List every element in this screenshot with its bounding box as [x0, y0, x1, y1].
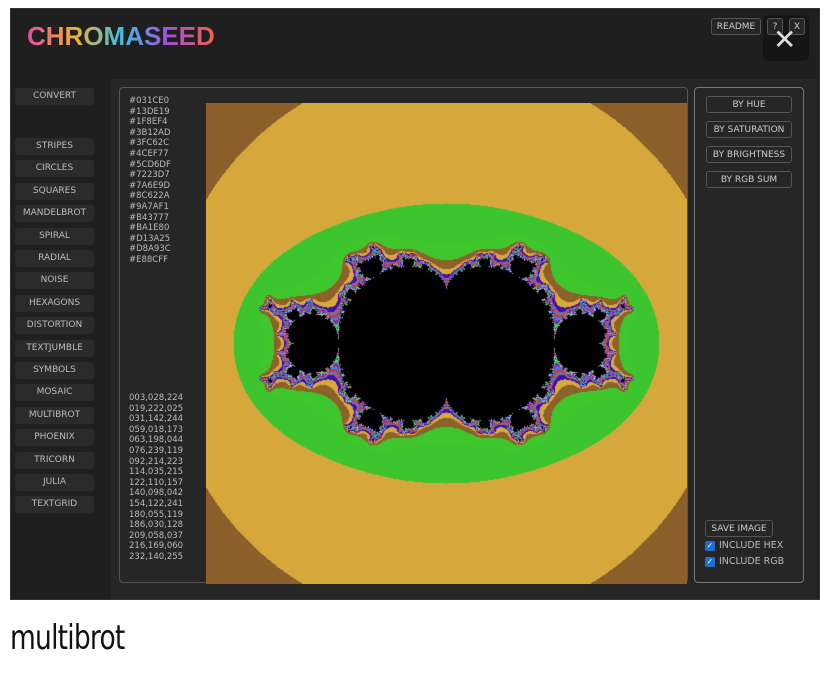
sidebar-item-textjumble[interactable]: TEXTJUMBLE: [15, 339, 94, 357]
hex-value: #E88CFF: [129, 254, 169, 265]
logo: CHROMASEED: [27, 21, 215, 51]
include-hex-label: INCLUDE HEX: [719, 540, 784, 551]
options-panel: BY HUE BY SATURATION BY BRIGHTNESS BY RG…: [694, 87, 804, 583]
app-window: CHROMASEED README ? X ✕ CONVERT STRIPES C…: [10, 8, 820, 600]
sidebar-item-spiral[interactable]: SPIRAL: [15, 227, 94, 245]
sidebar-item-distortion[interactable]: DISTORTION: [15, 317, 94, 335]
rgb-value: 140,098,042: [129, 488, 184, 499]
sidebar-item-mandelbrot[interactable]: MANDELBROT: [15, 205, 94, 223]
sidebar-item-noise[interactable]: NOISE: [15, 272, 94, 290]
sort-by-rgb-sum-button[interactable]: BY RGB SUM: [706, 171, 792, 188]
hex-value: #D8A93C: [129, 244, 171, 255]
close-icon[interactable]: ✕: [773, 23, 796, 56]
include-rgb-label: INCLUDE RGB: [719, 556, 785, 567]
hex-value: #031CE0: [129, 96, 170, 106]
rgb-value: 216,169,060: [129, 541, 184, 552]
rgb-value: 122,110,157: [129, 477, 184, 488]
preview-panel: #031CE0 #13DE19 #1F8EF4 #3B12AD #3FC62C #4CEF…: [119, 87, 688, 584]
rgb-value: 019,222,025: [129, 403, 184, 414]
sidebar-item-squares[interactable]: SQUARES: [15, 182, 94, 200]
rgb-value: 076,239,119: [129, 445, 184, 456]
sidebar-item-tricorn[interactable]: TRICORN: [15, 451, 94, 469]
rgb-value: 003,028,224: [129, 393, 184, 403]
rgb-value: 059,018,173: [129, 424, 184, 435]
rgb-value: 031,142,244: [129, 414, 184, 425]
sidebar-item-julia[interactable]: JULIA: [15, 474, 94, 491]
sidebar-item-circles[interactable]: CIRCLES: [15, 160, 94, 178]
checkbox-check-icon: ✓: [705, 540, 715, 551]
rgb-value: 114,035,215: [129, 467, 184, 478]
rgb-value: 186,030,128: [129, 520, 184, 531]
rgb-value: 154,122,241: [129, 498, 184, 509]
sidebar-item-stripes[interactable]: STRIPES: [15, 138, 94, 155]
caption: multibrot: [10, 618, 125, 658]
hex-value: #4CEF77: [129, 148, 169, 159]
convert-button[interactable]: CONVERT: [15, 88, 94, 105]
hex-value: #1F8EF4: [129, 117, 168, 128]
readme-button[interactable]: README: [711, 18, 761, 35]
sidebar-item-multibrot[interactable]: MULTIBROT: [15, 406, 94, 424]
rgb-value: 092,214,223: [129, 456, 184, 467]
rgb-value: 180,055,119: [129, 509, 184, 520]
hex-value: #B43777: [129, 212, 169, 223]
main-area: #031CE0 #13DE19 #1F8EF4 #3B12AD #3FC62C #4CEF…: [111, 79, 817, 599]
hex-value: #BA1E80: [129, 223, 170, 234]
sort-by-brightness-button[interactable]: BY BRIGHTNESS: [706, 146, 792, 163]
hex-value: #5CD6DF: [129, 159, 171, 170]
sidebar-item-hexagons[interactable]: HEXAGONS: [15, 294, 94, 312]
close-overlay: ? X ✕: [763, 15, 809, 61]
hex-value: #3B12AD: [129, 127, 171, 138]
hex-value: #7223D7: [129, 170, 170, 181]
sidebar-item-mosaic[interactable]: MOSAIC: [15, 384, 94, 402]
rgb-list: 003,028,224 019,222,025 031,142,244 059,018…: [129, 393, 183, 563]
hex-list: #031CE0 #13DE19 #1F8EF4 #3B12AD #3FC62C #4CEF…: [129, 96, 171, 266]
hex-value: #13DE19: [129, 106, 170, 117]
hex-value: #3FC62C: [129, 138, 170, 149]
sidebar-item-textgrid[interactable]: TEXTGRID: [15, 496, 94, 514]
include-rgb-checkbox[interactable]: ✓ INCLUDE RGB: [705, 556, 784, 567]
fractal-image: [206, 103, 687, 584]
sort-by-saturation-button[interactable]: BY SATURATION: [706, 121, 792, 138]
include-hex-checkbox[interactable]: ✓ INCLUDE HEX: [705, 540, 783, 551]
sidebar-item-symbols[interactable]: SYMBOLS: [15, 362, 94, 379]
save-image-button[interactable]: SAVE IMAGE: [705, 520, 773, 537]
hex-value: #7A6E9D: [129, 180, 171, 191]
rgb-value: 063,198,044: [129, 435, 184, 446]
hex-value: #9A7AF1: [129, 201, 169, 212]
sidebar-item-radial[interactable]: RADIAL: [15, 250, 94, 267]
rgb-value: 209,058,037: [129, 530, 184, 541]
hex-value: #8C622A: [129, 191, 170, 202]
hex-value: #D13A25: [129, 233, 171, 244]
sort-by-hue-button[interactable]: BY HUE: [706, 96, 792, 113]
rgb-value: 232,140,255: [129, 551, 184, 562]
checkbox-check-icon: ✓: [705, 556, 715, 567]
sidebar-item-phoenix[interactable]: PHOENIX: [15, 429, 94, 447]
